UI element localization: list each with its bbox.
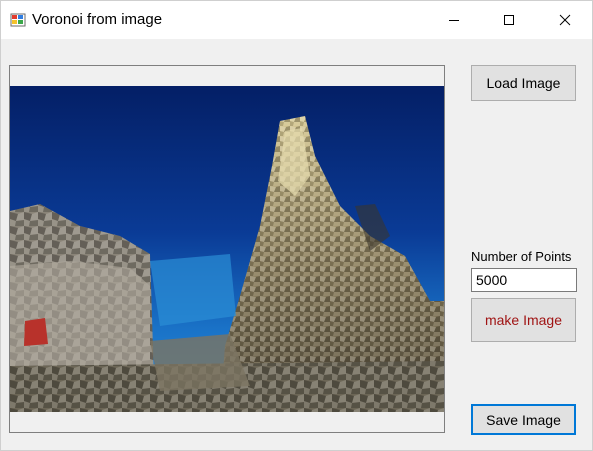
title-bar: Voronoi from image [1,1,592,39]
number-of-points-label: Number of Points [471,249,572,264]
minimize-button[interactable] [427,1,481,39]
close-button[interactable] [538,1,592,39]
image-picture-box [9,65,445,433]
app-window-icon [10,12,26,28]
number-of-points-input[interactable] [471,268,577,292]
voronoi-image [10,86,444,412]
maximize-icon [503,14,515,26]
close-icon [559,14,571,26]
minimize-icon [448,14,460,26]
maximize-button[interactable] [482,1,536,39]
app-window: Voronoi from image Load Image Number of … [0,0,593,451]
window-title: Voronoi from image [32,11,163,28]
save-image-button[interactable]: Save Image [471,404,576,435]
make-image-button[interactable]: make Image [471,298,576,342]
load-image-button[interactable]: Load Image [471,65,576,101]
